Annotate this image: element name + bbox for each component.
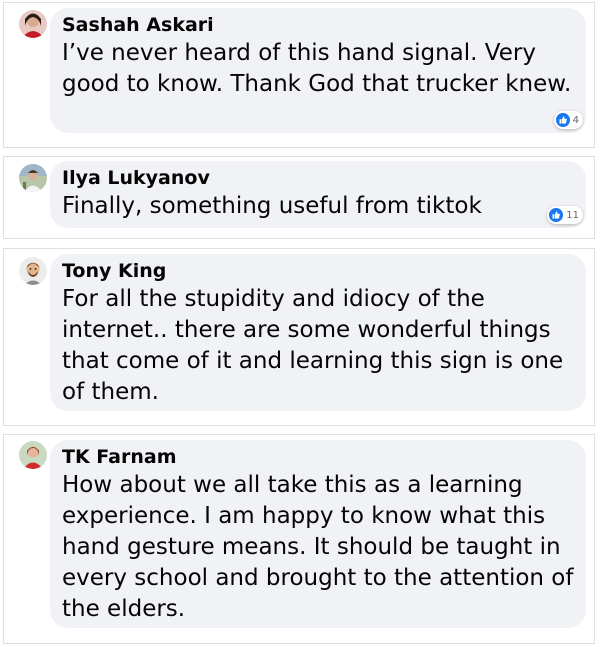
- comment-bubble: Sashah Askari I’ve never heard of this h…: [50, 8, 586, 133]
- comment-text: I’ve never heard of this hand signal. Ve…: [62, 40, 572, 97]
- avatar[interactable]: [19, 164, 47, 192]
- comment-card: TK Farnam How about we all take this as …: [3, 434, 595, 644]
- comment-bubble: Tony King For all the stupidity and idio…: [50, 254, 586, 411]
- comment-card: Ilya Lukyanov Finally, something useful …: [3, 156, 595, 239]
- comment-text: How about we all take this as a learning…: [62, 472, 574, 622]
- comment-author[interactable]: TK Farnam: [62, 444, 574, 470]
- avatar[interactable]: [19, 10, 47, 38]
- like-icon: [555, 113, 570, 127]
- comment-text: For all the stupidity and idiocy of the …: [62, 286, 564, 405]
- reaction-badge[interactable]: 11: [547, 206, 583, 224]
- reaction-count: 4: [572, 114, 579, 126]
- comment-card: Tony King For all the stupidity and idio…: [3, 248, 595, 426]
- avatar[interactable]: [19, 257, 47, 285]
- reaction-count: 11: [566, 209, 579, 221]
- comment-author[interactable]: Sashah Askari: [62, 12, 574, 38]
- comment-author[interactable]: Ilya Lukyanov: [62, 165, 574, 191]
- reaction-badge[interactable]: 4: [553, 111, 583, 129]
- comment-bubble: TK Farnam How about we all take this as …: [50, 440, 586, 628]
- avatar[interactable]: [19, 441, 47, 469]
- comment-author[interactable]: Tony King: [62, 258, 574, 284]
- comment-bubble: Ilya Lukyanov Finally, something useful …: [50, 161, 586, 228]
- comment-text: Finally, something useful from tiktok: [62, 193, 482, 219]
- like-icon: [549, 208, 564, 222]
- comment-card: Sashah Askari I’ve never heard of this h…: [3, 2, 595, 148]
